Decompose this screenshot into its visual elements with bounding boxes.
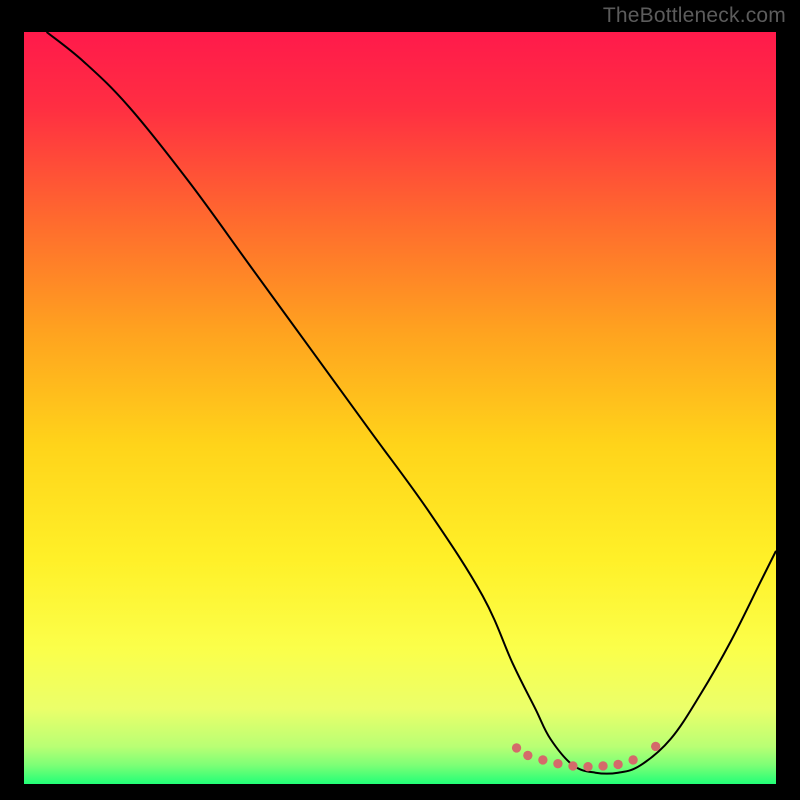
valley-dot [512, 743, 521, 752]
valley-dot [538, 755, 547, 764]
valley-dot [568, 761, 577, 770]
valley-dot [553, 759, 562, 768]
valley-dot [651, 742, 660, 751]
valley-dot [523, 751, 532, 760]
valley-dot [598, 761, 607, 770]
valley-dot [583, 762, 592, 771]
valley-dot [613, 760, 622, 769]
chart-outer: TheBottleneck.com [0, 0, 800, 800]
watermark-label: TheBottleneck.com [603, 4, 786, 28]
plot-area [24, 32, 776, 784]
valley-dot [628, 755, 637, 764]
plot-frame [22, 30, 778, 786]
valley-dots [24, 32, 776, 784]
